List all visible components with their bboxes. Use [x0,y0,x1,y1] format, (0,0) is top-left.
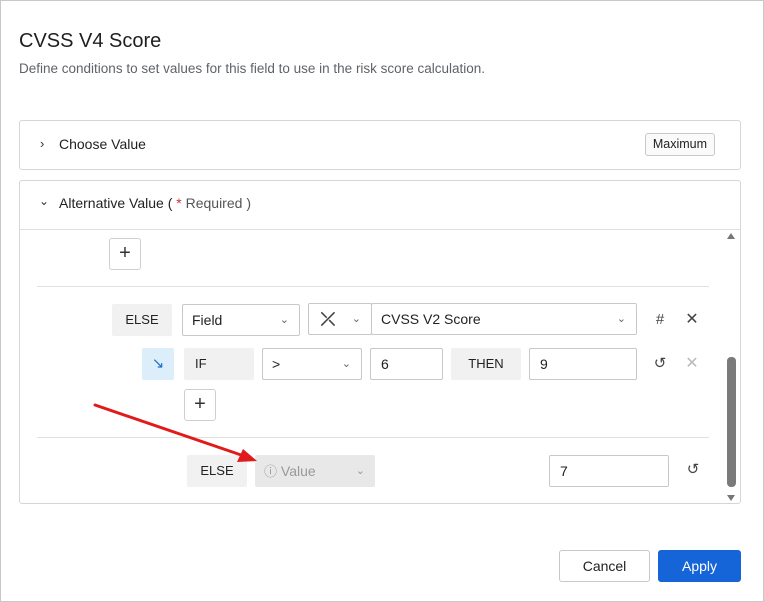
choose-value-label[interactable]: Choose Value [59,136,146,152]
else-value-input[interactable]: 7 [549,455,669,487]
chevron-down-icon: ⌄ [355,465,365,477]
close-icon[interactable]: ✕ [682,310,702,330]
alternative-value-panel: ⌄ Alternative Value ( * Required ) + ELS… [19,180,741,504]
field-value-select[interactable]: CVSS V2 Score ⌄ [371,303,637,335]
value-type-text: Value [280,463,316,479]
add-nested-condition-button[interactable]: + [184,389,216,421]
field-type-select[interactable]: Field ⌄ [182,304,300,336]
field-value-text: CVSS V2 Score [381,311,481,327]
chevron-down-icon[interactable]: ⌄ [39,194,49,208]
chevron-down-icon: ⌄ [616,313,626,325]
operator-value: > [272,356,281,372]
hash-edit-icon[interactable]: # [650,310,670,330]
alternative-value-label: Alternative Value ( [59,195,173,211]
then-tag: THEN [451,348,521,380]
then-value-input[interactable]: 9 [529,348,637,380]
chevron-down-icon: ⌄ [341,358,351,370]
maximum-badge: Maximum [644,133,715,156]
choose-value-panel[interactable]: › Choose Value Maximum [19,120,741,170]
field-type-value: Field [192,312,223,328]
risk-score-dialog: CVSS V4 Score Define conditions to set v… [0,0,764,602]
required-close-paren: ) [246,195,251,211]
cancel-button[interactable]: Cancel [559,550,650,582]
row-divider [37,286,709,287]
add-condition-button[interactable]: + [109,238,141,270]
history-icon[interactable]: ↺ [683,460,703,480]
final-else-tag: ELSE [187,455,247,487]
required-text: Required [185,195,243,211]
if-tag: IF [184,348,254,380]
history-icon[interactable]: ↺ [650,354,670,374]
scroll-up-arrow-icon[interactable] [727,233,735,239]
compare-value-input[interactable]: 6 [370,348,443,380]
conditions-scroll-area[interactable]: + ELSE Field ⌄ ⤫ ⌄ CVSS V2 Score ⌄ # ✕ ↘… [20,230,740,503]
function-select[interactable]: ⤫ ⌄ [308,303,372,335]
scroll-down-arrow-icon[interactable] [727,495,735,501]
chevron-right-icon[interactable]: › [40,136,44,151]
row-divider [37,437,709,438]
chevron-down-icon: ⌄ [279,314,289,326]
chevron-down-icon: ⌄ [351,313,361,325]
else-tag: ELSE [112,304,172,336]
operator-select[interactable]: > ⌄ [262,348,362,380]
dialog-subtitle: Define conditions to set values for this… [19,61,485,76]
vertical-scrollbar[interactable] [726,233,737,501]
required-star: * [176,195,182,211]
alternative-value-header[interactable]: Alternative Value ( * Required ) [59,195,251,211]
x-cross-function-icon: ⤫ [320,309,336,329]
info-icon: ⓘ [264,464,278,479]
apply-button[interactable]: Apply [658,550,741,582]
close-icon[interactable]: ✕ [682,354,702,374]
arrow-down-right-icon: ↘ [142,348,174,380]
value-type-select[interactable]: ⓘ Value ⌄ [255,455,375,487]
dialog-title: CVSS V4 Score [19,30,162,52]
scrollbar-thumb[interactable] [727,357,736,487]
